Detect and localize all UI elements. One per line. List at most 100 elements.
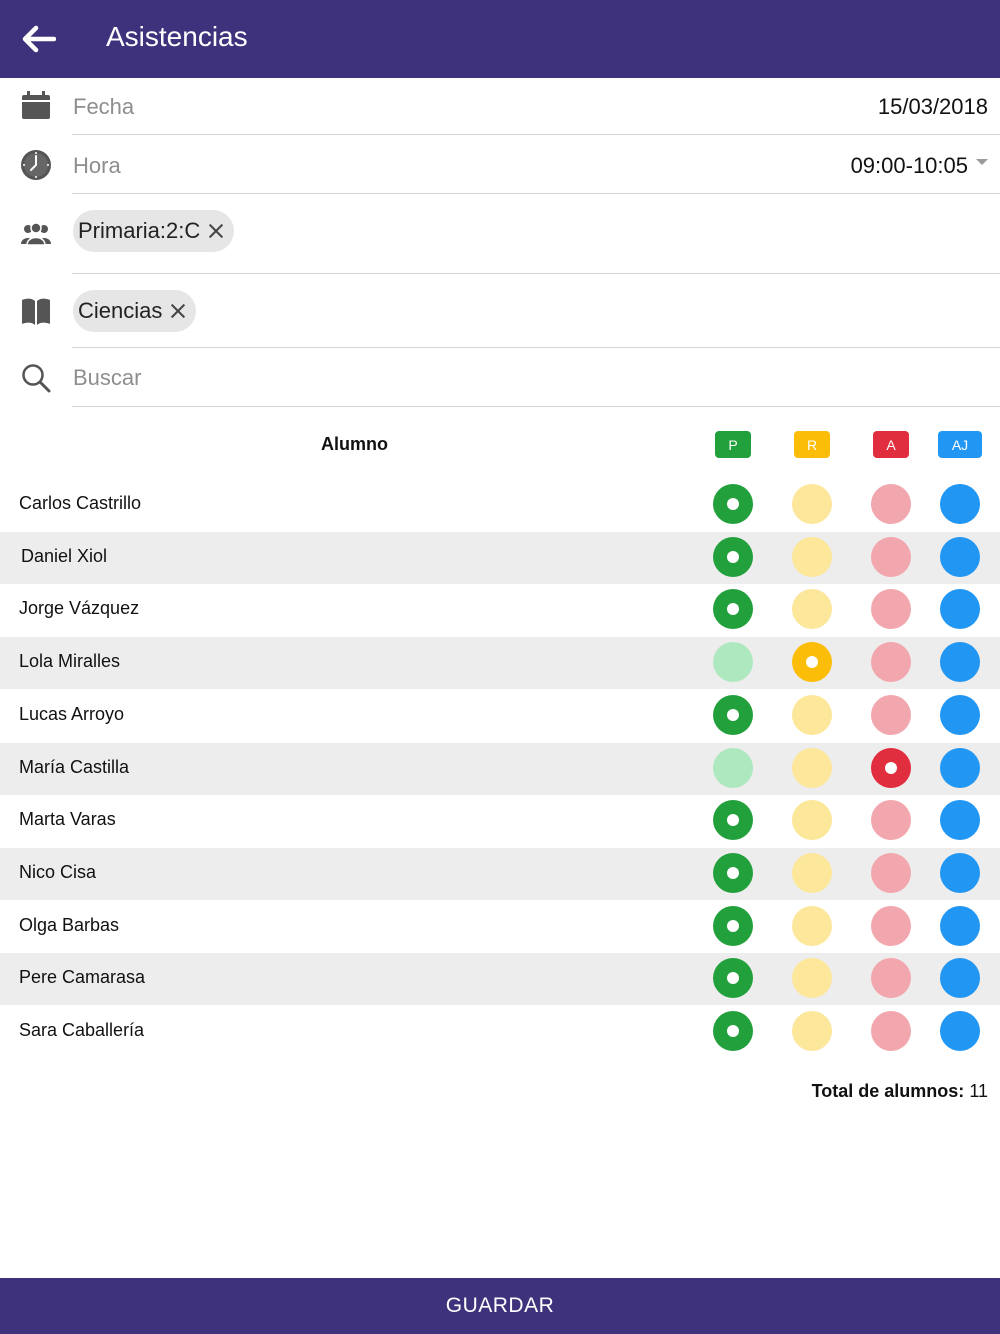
status-radio-r[interactable] (792, 905, 832, 946)
time-field[interactable]: Hora 09:00-10:05 (0, 135, 1000, 194)
divider (72, 406, 1000, 407)
status-radio-a[interactable] (871, 642, 911, 683)
status-radio-r[interactable] (792, 958, 832, 999)
status-radio-r[interactable] (792, 484, 832, 524)
total-label: Total de alumnos: (811, 1081, 965, 1101)
status-radio-p[interactable] (713, 905, 753, 946)
status-radio-aj[interactable] (940, 536, 980, 577)
student-name: Nico Cisa (19, 861, 97, 882)
legend-late: R (794, 431, 830, 458)
status-radio-p[interactable] (713, 642, 753, 683)
time-label: Hora (73, 153, 121, 178)
student-name: Sara Caballería (19, 1020, 145, 1040)
status-radio-aj[interactable] (940, 1011, 980, 1051)
status-radio-a[interactable] (871, 958, 911, 999)
status-radio-aj[interactable] (940, 642, 980, 683)
student-name: Lucas Arroyo (19, 703, 125, 724)
status-radio-a[interactable] (871, 747, 911, 788)
status-radio-r[interactable] (792, 589, 832, 630)
group-field: Primaria:2:C (0, 194, 1000, 274)
table-row: Olga Barbas (0, 901, 1000, 953)
status-radio-r[interactable] (792, 852, 832, 893)
table-row: Lucas Arroyo (0, 690, 1000, 742)
status-radio-a[interactable] (871, 536, 911, 577)
table-row: Lola Miralles (0, 637, 1000, 690)
time-value: 09:00-10:05 (850, 153, 968, 178)
status-radio-r[interactable] (792, 800, 832, 841)
status-radio-a[interactable] (871, 694, 911, 735)
status-radio-p[interactable] (713, 1011, 753, 1051)
close-icon[interactable] (208, 223, 224, 239)
status-radio-a[interactable] (871, 905, 911, 946)
student-name: Jorge Vázquez (19, 598, 140, 619)
date-value[interactable]: 15/03/2018 (878, 94, 988, 120)
date-field[interactable]: Fecha 15/03/2018 (0, 78, 1000, 135)
calendar-icon (20, 90, 52, 122)
clock-icon (20, 149, 52, 181)
table-header: Alumno P R A AJ (0, 428, 1000, 464)
table-row: Daniel Xiol (0, 531, 1000, 584)
status-radio-aj[interactable] (940, 905, 980, 946)
student-name: Lola Miralles (19, 651, 121, 672)
status-radio-aj[interactable] (940, 747, 980, 788)
table-row: Carlos Castrillo (0, 479, 1000, 531)
status-radio-aj[interactable] (940, 484, 980, 524)
status-radio-p[interactable] (713, 747, 753, 788)
subject-chip-label: Ciencias (78, 298, 163, 323)
student-name: Carlos Castrillo (19, 493, 142, 513)
subject-chip[interactable]: Ciencias (73, 290, 197, 332)
date-label: Fecha (73, 94, 135, 119)
legend-present: P (715, 431, 751, 458)
column-header-alumno: Alumno (321, 434, 388, 454)
status-radio-p[interactable] (713, 694, 753, 735)
time-select[interactable]: 09:00-10:05 (851, 153, 988, 179)
status-radio-p[interactable] (713, 800, 753, 841)
legend-absent: A (873, 431, 909, 458)
student-name: Marta Varas (19, 809, 116, 830)
search-input[interactable] (73, 360, 973, 396)
group-icon (20, 218, 52, 250)
status-radio-p[interactable] (713, 536, 753, 577)
group-chip-label: Primaria:2:C (78, 218, 201, 243)
table-row: María Castilla (0, 742, 1000, 795)
total-value: 11 (969, 1081, 988, 1101)
status-radio-aj[interactable] (940, 694, 980, 735)
status-radio-r[interactable] (792, 694, 832, 735)
group-chip[interactable]: Primaria:2:C (73, 210, 235, 252)
back-button[interactable] (18, 20, 60, 58)
status-radio-p[interactable] (713, 958, 753, 999)
status-radio-r[interactable] (792, 747, 832, 788)
student-name: Daniel Xiol (21, 545, 108, 566)
table-row: Sara Caballería (0, 1006, 1000, 1058)
status-radio-p[interactable] (713, 484, 753, 524)
table-row: Marta Varas (0, 795, 1000, 847)
table-row: Nico Cisa (0, 847, 1000, 900)
status-radio-a[interactable] (871, 852, 911, 893)
save-button[interactable]: GUARDAR (0, 1278, 1000, 1334)
status-radio-aj[interactable] (940, 800, 980, 841)
student-name: Olga Barbas (19, 914, 120, 935)
legend-justified: AJ (938, 431, 982, 458)
status-radio-r[interactable] (792, 536, 832, 577)
status-radio-a[interactable] (871, 589, 911, 630)
subject-field: Ciencias (0, 274, 1000, 348)
status-radio-a[interactable] (871, 1011, 911, 1051)
status-radio-r[interactable] (792, 642, 832, 683)
status-radio-a[interactable] (871, 484, 911, 524)
status-radio-r[interactable] (792, 1011, 832, 1051)
status-radio-aj[interactable] (940, 589, 980, 630)
page-title: Asistencias (106, 21, 248, 52)
book-icon (20, 296, 52, 328)
status-radio-aj[interactable] (940, 852, 980, 893)
status-radio-a[interactable] (871, 800, 911, 841)
student-name: María Castilla (19, 756, 130, 777)
close-icon[interactable] (170, 303, 186, 319)
student-name: Pere Camarasa (19, 967, 146, 988)
status-radio-p[interactable] (713, 589, 753, 630)
status-radio-p[interactable] (713, 852, 753, 893)
app-bar: Asistencias (0, 0, 1000, 78)
arrow-left-icon (22, 25, 56, 53)
search-icon (20, 362, 52, 394)
table-row: Pere Camarasa (0, 953, 1000, 1006)
status-radio-aj[interactable] (940, 958, 980, 999)
